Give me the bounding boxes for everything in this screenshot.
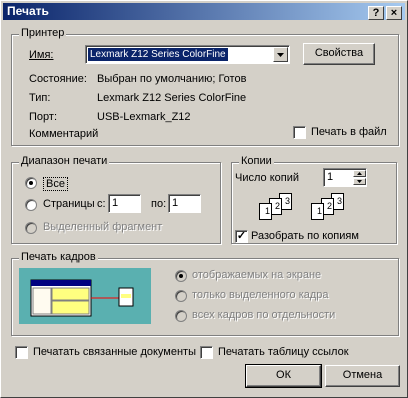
range-selection-radio[interactable] xyxy=(25,222,37,234)
print-linked-checkbox[interactable] xyxy=(15,346,28,359)
collate-pages-icon: 3 2 1 3 2 1 xyxy=(259,193,379,229)
frames-opt2-radio[interactable] xyxy=(175,290,187,302)
port-label: Порт: xyxy=(29,111,57,123)
copies-spinner[interactable] xyxy=(353,170,366,185)
print-links-table-checkbox[interactable] xyxy=(200,346,213,359)
status-value: Выбран по умолчанию; Готов xyxy=(97,73,247,85)
copies-count-label: Число копий xyxy=(235,172,299,184)
port-value: USB-Lexmark_Z12 xyxy=(97,111,191,123)
spin-up-icon[interactable] xyxy=(353,170,366,177)
range-to-input[interactable]: 1 xyxy=(168,194,201,213)
cancel-button[interactable]: Отмена xyxy=(325,365,400,387)
range-to-label: по: xyxy=(151,198,167,210)
frames-preview-image xyxy=(19,268,151,324)
frames-opt2-label: только выделенного кадра xyxy=(192,289,329,301)
printer-name-label: Имя: xyxy=(29,49,54,61)
print-linked-label: Печатать связанные документы xyxy=(33,346,196,358)
ok-button[interactable]: ОК xyxy=(245,364,322,388)
printer-name-select[interactable]: Lexmark Z12 Series ColorFine xyxy=(85,45,290,64)
print-to-file-label: Печать в файл xyxy=(311,126,387,138)
spin-down-icon[interactable] xyxy=(353,178,366,185)
range-from-label: с: xyxy=(97,198,106,210)
range-from-input[interactable]: 1 xyxy=(108,194,141,213)
printer-legend: Принтер xyxy=(19,27,67,39)
frames-opt3-radio[interactable] xyxy=(175,310,187,322)
comment-label: Комментарий xyxy=(29,128,99,140)
range-pages-label: Страницы xyxy=(43,198,95,210)
title-bar: Печать ? × xyxy=(3,3,405,20)
range-selection-label: Выделенный фрагмент xyxy=(43,221,163,233)
print-to-file-checkbox[interactable] xyxy=(293,126,306,139)
print-links-table-label: Печатать таблицу ссылок xyxy=(218,346,349,358)
frames-opt3-label: всех кадров по отдельности xyxy=(192,309,336,321)
window-title: Печать xyxy=(7,4,49,18)
print-dialog: Печать ? × Принтер Имя: Lexmark Z12 Seri… xyxy=(0,0,408,398)
status-label: Состояние: xyxy=(29,73,87,85)
close-button[interactable]: × xyxy=(386,6,402,20)
print-frames-legend: Печать кадров xyxy=(19,251,98,263)
print-range-legend: Диапазон печати xyxy=(19,155,110,167)
help-button[interactable]: ? xyxy=(368,6,384,20)
range-pages-radio[interactable] xyxy=(25,199,37,211)
frames-opt1-radio[interactable] xyxy=(175,270,187,282)
frames-opt1-label: отображаемых на экране xyxy=(192,269,322,281)
type-label: Тип: xyxy=(29,92,51,104)
collate-checkbox[interactable]: ✓ xyxy=(235,230,248,243)
printer-name-value: Lexmark Z12 Series ColorFine xyxy=(88,48,228,61)
range-all-radio[interactable] xyxy=(25,177,37,189)
properties-button[interactable]: Свойства xyxy=(303,43,375,65)
collate-label: Разобрать по копиям xyxy=(251,230,359,242)
chevron-down-icon[interactable] xyxy=(273,47,288,62)
type-value: Lexmark Z12 Series ColorFine xyxy=(97,92,247,104)
copies-legend: Копии xyxy=(239,155,274,167)
range-all-label: Все xyxy=(43,177,68,191)
